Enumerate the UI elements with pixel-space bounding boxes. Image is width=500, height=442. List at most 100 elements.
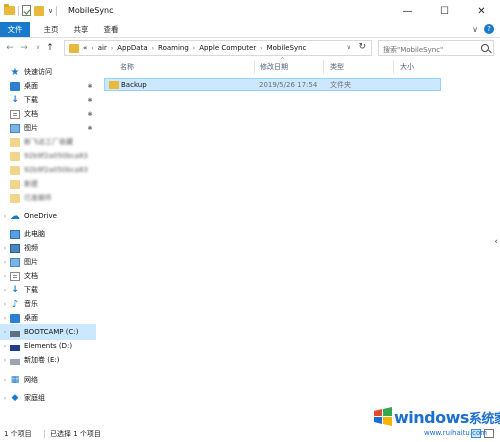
chevron-right-icon[interactable]: ›: [0, 329, 10, 336]
sidebar-item-homegroup[interactable]: › ◆ 家庭组: [0, 390, 96, 406]
homegroup-icon: ◆: [11, 392, 19, 403]
drive-icon: [10, 358, 20, 365]
folder-icon: [10, 179, 20, 189]
watermark-brand-cn: 系统家园: [468, 412, 500, 427]
refresh-icon[interactable]: ↻: [358, 42, 366, 52]
tab-share[interactable]: 共享: [70, 22, 92, 37]
pictures-icon: [10, 257, 20, 267]
breadcrumb-separator[interactable]: ›: [260, 45, 262, 52]
breadcrumb-item[interactable]: Roaming: [158, 44, 189, 52]
column-divider[interactable]: [393, 60, 394, 74]
folder-icon: [10, 165, 20, 175]
file-date: 2019/5/26 17:54: [259, 81, 318, 89]
address-bar[interactable]: « › air › AppData › Roaming › Apple Comp…: [64, 40, 372, 56]
chevron-right-icon[interactable]: ›: [0, 273, 10, 280]
sidebar-item-folder[interactable]: 已发邮件: [0, 190, 96, 206]
window-controls: — ☐ ✕: [389, 0, 500, 22]
sidebar-item-drive-e[interactable]: › 新加卷 (E:): [0, 352, 96, 368]
navigation-pane: ★ 快速访问 桌面 ✱ ↓ 下载 ✱ 文档 ✱ 图片 ✱ 新飞达工厂收藏 92b…: [0, 58, 100, 426]
column-divider[interactable]: [254, 60, 255, 74]
search-icon[interactable]: [481, 44, 489, 52]
pin-icon: ✱: [87, 82, 93, 90]
recent-locations-button[interactable]: ∨: [32, 41, 44, 55]
properties-icon[interactable]: [22, 5, 31, 16]
folder-icon: [10, 137, 20, 147]
minimize-button[interactable]: —: [389, 0, 426, 22]
breadcrumb-item[interactable]: air: [98, 44, 107, 52]
new-folder-icon[interactable]: [34, 5, 44, 16]
download-icon: ↓: [11, 94, 19, 105]
breadcrumb: « › air › AppData › Roaming › Apple Comp…: [83, 44, 306, 52]
drive-icon: [10, 330, 20, 337]
column-header-date[interactable]: 修改日期: [260, 60, 288, 74]
breadcrumb-item[interactable]: MobileSync: [267, 44, 307, 52]
folder-icon: [10, 151, 20, 161]
search-input[interactable]: 搜索"MobileSync": [378, 40, 494, 56]
chevron-right-icon[interactable]: ›: [0, 315, 10, 322]
breadcrumb-item[interactable]: Apple Computer: [199, 44, 256, 52]
tab-view[interactable]: 查看: [100, 22, 122, 37]
column-header-type[interactable]: 类型: [330, 60, 344, 74]
breadcrumb-separator[interactable]: ›: [111, 45, 113, 52]
breadcrumb-separator[interactable]: ›: [91, 45, 93, 52]
chevron-right-icon[interactable]: ›: [0, 357, 10, 364]
toolbar-divider: [18, 5, 19, 16]
table-row[interactable]: Backup 2019/5/26 17:54 文件夹: [104, 78, 441, 91]
breadcrumb-overflow[interactable]: «: [83, 44, 87, 52]
cloud-icon: ☁: [10, 210, 20, 222]
drive-icon: [10, 344, 20, 351]
music-icon: ♪: [11, 298, 19, 310]
chevron-right-icon[interactable]: ›: [0, 343, 10, 350]
address-dropdown-icon[interactable]: ∨: [347, 44, 351, 51]
breadcrumb-separator[interactable]: ›: [193, 45, 195, 52]
column-header-size[interactable]: 大小: [400, 60, 414, 74]
download-icon: ↓: [11, 284, 19, 295]
chevron-right-icon[interactable]: ›: [0, 287, 10, 294]
up-button[interactable]: ↑: [44, 41, 56, 55]
network-icon: ▦: [10, 374, 20, 385]
help-icon[interactable]: ?: [484, 24, 494, 34]
chevron-right-icon[interactable]: ›: [0, 377, 10, 384]
maximize-button[interactable]: ☐: [426, 0, 463, 22]
chevron-right-icon[interactable]: ›: [0, 245, 10, 252]
chevron-right-icon[interactable]: ›: [0, 213, 10, 220]
column-divider[interactable]: [323, 60, 324, 74]
chevron-right-icon[interactable]: ›: [0, 259, 10, 266]
toolbar-divider: [56, 5, 58, 16]
back-button[interactable]: ←: [4, 41, 16, 55]
file-type: 文件夹: [330, 81, 351, 89]
sidebar-item-network[interactable]: › ▦ 网络: [0, 372, 96, 388]
windows-logo-icon: [374, 407, 392, 426]
customize-toolbar-icon[interactable]: ∨: [48, 7, 53, 15]
column-header-name[interactable]: 名称: [120, 60, 134, 74]
folder-icon[interactable]: [4, 4, 15, 15]
star-icon: ★: [10, 66, 20, 78]
desktop-icon: [10, 313, 20, 323]
expand-ribbon-icon[interactable]: ∨: [472, 25, 478, 34]
chevron-left-icon[interactable]: ‹: [494, 237, 498, 247]
quick-access-toolbar: ∨: [4, 4, 58, 16]
breadcrumb-item[interactable]: AppData: [117, 44, 147, 52]
ribbon-right-controls: ∨ ?: [472, 24, 494, 34]
window-title: MobileSync: [68, 6, 114, 15]
videos-icon: [10, 243, 20, 253]
folder-icon: [10, 193, 20, 203]
close-button[interactable]: ✕: [463, 0, 500, 22]
documents-icon: [10, 109, 20, 119]
breadcrumb-separator[interactable]: ›: [152, 45, 154, 52]
documents-icon: [10, 271, 20, 281]
address-row: ← → ∨ ↑ « › air › AppData › Roaming › Ap…: [0, 38, 500, 58]
search-placeholder: 搜索"MobileSync": [383, 46, 444, 54]
sidebar-item-onedrive[interactable]: › ☁ OneDrive: [0, 208, 96, 224]
tab-home[interactable]: 主页: [40, 22, 62, 37]
chevron-right-icon[interactable]: ›: [0, 395, 10, 402]
watermark: windows系统家园 www.ruihaitu.com: [372, 404, 500, 440]
file-list: 名称 ^ 修改日期 类型 大小 Backup 2019/5/26 17:54 文…: [104, 57, 488, 426]
forward-button[interactable]: →: [18, 41, 30, 55]
chevron-right-icon[interactable]: ›: [0, 301, 10, 308]
pin-icon: ✱: [87, 124, 93, 132]
pictures-icon: [10, 123, 20, 133]
tab-file[interactable]: 文件: [0, 22, 30, 37]
computer-icon: [10, 229, 20, 239]
status-divider: [44, 430, 45, 438]
